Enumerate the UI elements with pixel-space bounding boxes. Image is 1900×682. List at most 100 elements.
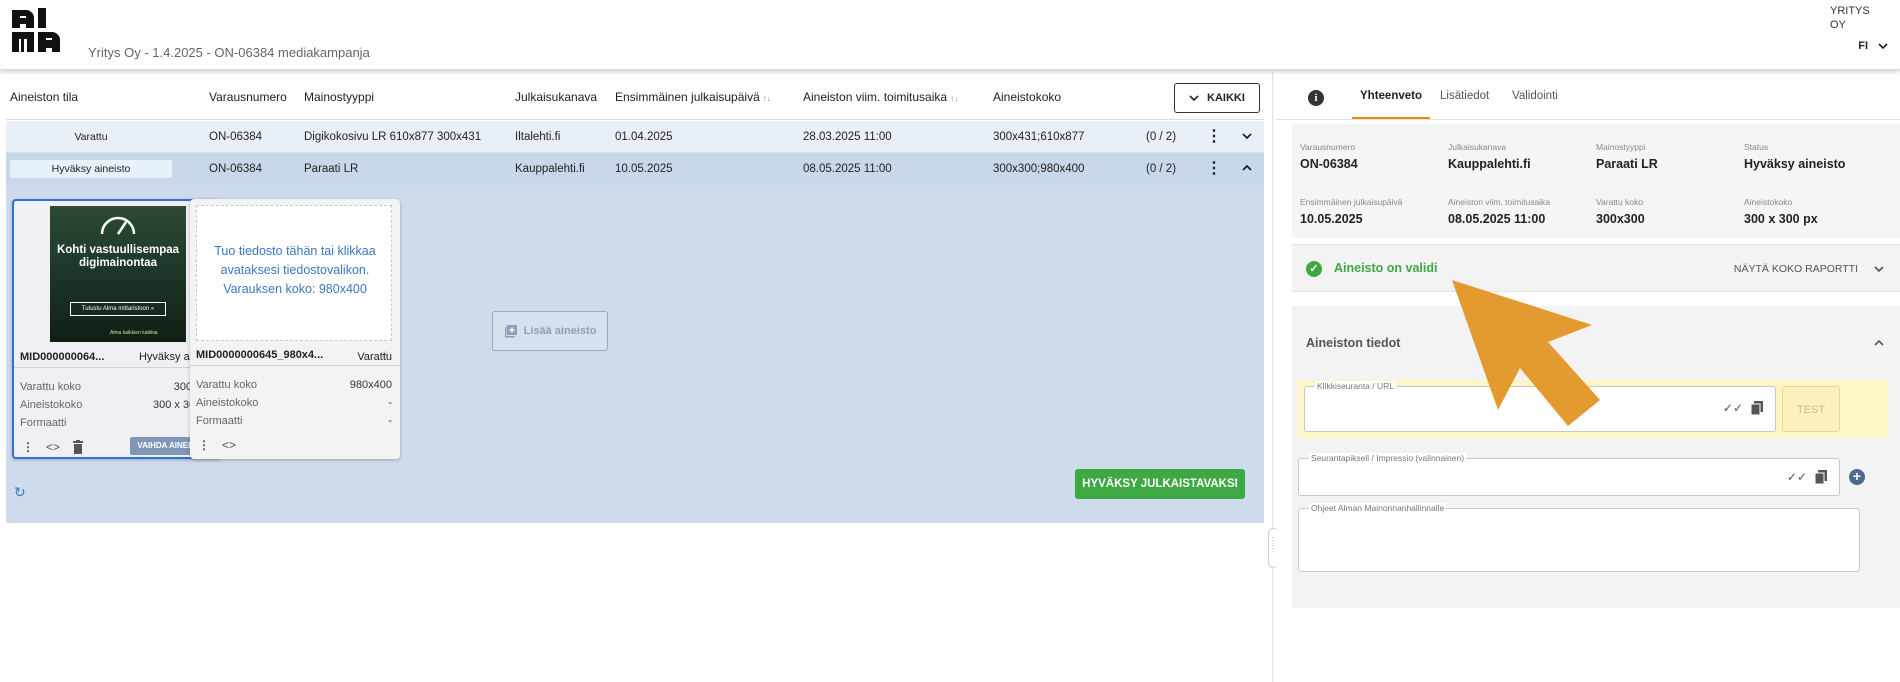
summary-grid: Varausnumero ON-06384 Julkaisukanava Kau…: [1292, 124, 1900, 238]
pointer-arrow-icon: [1452, 280, 1600, 426]
first-date: 10.05.2025: [615, 163, 673, 175]
thumbnail-footer: Alma kaikkien kaikkia: [110, 330, 158, 336]
copy-icon[interactable]: [1815, 470, 1827, 484]
divider: [190, 365, 400, 366]
file-drop-zone[interactable]: Tuo tiedosto tähän tai klikkaa avatakses…: [196, 205, 392, 341]
filter-all-button[interactable]: KAIKKI: [1174, 83, 1260, 113]
test-button[interactable]: TEST: [1782, 386, 1840, 432]
chevron-down-icon[interactable]: [1872, 262, 1886, 276]
info-icon[interactable]: i: [1308, 90, 1324, 106]
booking-number: ON-06384: [209, 163, 263, 175]
more-options-icon[interactable]: ⋮: [22, 440, 34, 454]
summary-label: Aineiston viim. toimitusaika: [1448, 197, 1551, 207]
instructions-textarea[interactable]: Ohjeet Alman Mainonnanhallinnalle: [1298, 503, 1860, 572]
filter-all-label: KAIKKI: [1207, 92, 1245, 104]
field-reserved-size: Varattu koko 980x400: [196, 379, 392, 391]
field-label: Ohjeet Alman Mainonnanhallinnalle: [1309, 503, 1447, 513]
show-full-report-link[interactable]: NÄYTÄ KOKO RAPORTTI: [1734, 263, 1858, 275]
drop-zone-size: Varauksen koko: 980x400: [223, 282, 367, 296]
active-tab-indicator: [1352, 117, 1430, 119]
channel: Kauppalehti.fi: [515, 163, 585, 175]
add-material-button[interactable]: Lisää aineisto: [492, 311, 608, 351]
sort-icon[interactable]: ↑↓: [950, 94, 958, 103]
material-count: (0 / 2): [1146, 131, 1177, 143]
column-header-booking[interactable]: Varausnumero: [209, 90, 287, 104]
tab-validation[interactable]: Validointi: [1512, 90, 1558, 102]
summary-value: Paraati LR: [1596, 157, 1658, 171]
chevron-up-icon[interactable]: [1240, 161, 1254, 175]
expanded-materials-area: Kohti vastuullisempaa digimainontaa Tutu…: [6, 185, 1264, 523]
tab-additional-info[interactable]: Lisätiedot: [1440, 90, 1489, 102]
field-icons: ✓✓: [1723, 401, 1763, 415]
column-header-channel[interactable]: Julkaisukanava: [515, 90, 597, 104]
section-title: Aineiston tiedot: [1306, 336, 1401, 350]
field-material-size: Aineistokoko -: [196, 397, 392, 409]
field-format: Formaatti -: [196, 415, 392, 427]
column-header-size[interactable]: Aineistokoko: [993, 90, 1061, 104]
table-row[interactable]: Varattu ON-06384 Digikokosivu LR 610x877…: [6, 121, 1264, 153]
column-header-ad-type[interactable]: Mainostyyppi: [304, 90, 374, 104]
table-row[interactable]: Hyväksy aineisto ON-06384 Paraati LR Kau…: [6, 153, 1264, 185]
column-header-deadline[interactable]: Aineiston viim. toimitusaika ↑↓: [803, 90, 958, 104]
language-label: FI: [1858, 40, 1868, 52]
code-icon[interactable]: <>: [222, 438, 236, 452]
column-header-status[interactable]: Aineiston tila: [10, 90, 78, 104]
field-reserved-size: Varattu koko300x300: [20, 381, 216, 393]
deadline: 28.03.2025 11:00: [803, 131, 892, 143]
material-id: MID000000064...: [20, 351, 105, 363]
material-thumbnail[interactable]: Kohti vastuullisempaa digimainontaa Tutu…: [50, 206, 186, 342]
gauge-icon: [100, 216, 136, 235]
thumbnail-button: Tutustu Alma mittaristoon »: [70, 302, 166, 316]
sort-icon[interactable]: ↑↓: [763, 94, 771, 103]
first-date: 01.04.2025: [615, 131, 673, 143]
add-library-icon: [504, 325, 517, 338]
details-tabs: i Yhteenveto Lisätiedot Validointi: [1276, 72, 1900, 120]
more-options-icon[interactable]: ⋮: [1206, 129, 1222, 145]
top-header: Yritys Oy - 1.4.2025 - ON-06384 mediakam…: [0, 0, 1900, 70]
add-circle-icon[interactable]: +: [1849, 469, 1865, 485]
material-count: (0 / 2): [1146, 163, 1177, 175]
summary-label: Ensimmäinen julkaisupäivä: [1300, 197, 1403, 207]
table-header: Aineiston tila Varausnumero Mainostyyppi…: [6, 72, 1264, 120]
more-options-icon[interactable]: ⋮: [198, 438, 210, 452]
double-check-icon[interactable]: ✓✓: [1723, 401, 1743, 415]
summary-label: Aineistokoko: [1744, 197, 1793, 207]
status-badge: Hyväksy aineisto: [10, 160, 172, 178]
deadline: 08.05.2025 11:00: [803, 163, 892, 175]
material-size: 300x431;610x877: [993, 131, 1085, 143]
trash-icon[interactable]: [72, 440, 84, 454]
double-check-icon[interactable]: ✓✓: [1787, 470, 1807, 484]
chevron-down-icon[interactable]: [1240, 129, 1254, 143]
app-window: Yritys Oy - 1.4.2025 - ON-06384 mediakam…: [0, 0, 1900, 682]
chevron-down-icon: [1189, 95, 1199, 102]
material-size: 300x300;980x400: [993, 163, 1085, 175]
summary-value: Kauppalehti.fi: [1448, 157, 1531, 171]
summary-label: Status: [1744, 142, 1769, 152]
tracking-pixel-input[interactable]: Seurantapikseli / Impressio (valinnainen…: [1298, 453, 1840, 496]
summary-value: 300 x 300 px: [1744, 212, 1818, 226]
chevron-up-icon[interactable]: [1872, 336, 1886, 350]
summary-value: 300x300: [1596, 212, 1645, 226]
column-header-deadline-label: Aineiston viim. toimitusaika: [803, 90, 948, 104]
refresh-icon[interactable]: ↻: [14, 484, 26, 501]
alma-logo[interactable]: [10, 6, 62, 56]
ad-type: Paraati LR: [304, 163, 359, 175]
channel: Iltalehti.fi: [515, 131, 561, 143]
material-card[interactable]: Tuo tiedosto tähän tai klikkaa avatakses…: [190, 199, 400, 459]
code-icon[interactable]: <>: [46, 440, 60, 454]
check-circle-icon: ✓: [1306, 261, 1322, 277]
column-header-first-date[interactable]: Ensimmäinen julkaisupäivä ↑↓: [615, 90, 771, 104]
field-format: Formaattipng: [20, 417, 216, 429]
pane-splitter: [1272, 72, 1273, 682]
field-label: Seurantapikseli / Impressio (valinnainen…: [1309, 453, 1467, 463]
material-list-pane: Aineiston tila Varausnumero Mainostyyppi…: [6, 72, 1264, 682]
language-selector[interactable]: FI: [1858, 40, 1888, 52]
company-name[interactable]: YRITYS OY: [1830, 4, 1880, 32]
copy-icon[interactable]: [1751, 401, 1763, 415]
summary-label: Mainostyyppi: [1596, 142, 1646, 152]
more-options-icon[interactable]: ⋮: [1206, 161, 1222, 177]
tab-summary[interactable]: Yhteenveto: [1360, 90, 1422, 102]
material-id: MID0000000645_980x4...: [196, 349, 324, 361]
approve-publish-button[interactable]: HYVÄKSY JULKAISTAVAKSI: [1075, 469, 1245, 499]
summary-value: 10.05.2025: [1300, 212, 1363, 226]
